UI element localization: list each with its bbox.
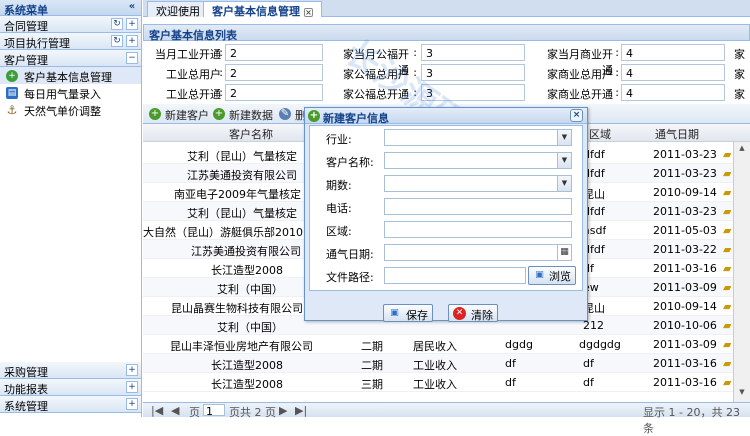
- folder-icon[interactable]: ▰: [723, 281, 731, 294]
- nav-item-customer-info[interactable]: + 客户基本信息管理: [0, 67, 141, 84]
- add-icon: +: [213, 108, 225, 120]
- tab-customer-info[interactable]: 客户基本信息管理 ×: [203, 1, 322, 18]
- table-row[interactable]: 长江造型2008 二期 工业收入 df df 2011-03-16 ▰: [143, 354, 733, 373]
- close-icon[interactable]: ×: [570, 109, 583, 122]
- stats-row: 当月工业开通 : 2 家当月公福开通 : 3 家当月商业开通 : 4 家: [155, 44, 745, 77]
- menu-section-contract[interactable]: 合同管理 ↻ +: [0, 16, 141, 33]
- industry-select[interactable]: ▼: [384, 129, 572, 146]
- chevron-down-icon[interactable]: ▼: [557, 130, 571, 145]
- plus-icon[interactable]: +: [126, 35, 138, 47]
- period-select[interactable]: ▼: [384, 175, 572, 192]
- browse-button[interactable]: ▣ 浏览: [528, 266, 576, 285]
- sidebar: 系统菜单 « 合同管理 ↻ + 项目执行管理 ↻ + 客户管理 − + 客户基本…: [0, 0, 142, 417]
- col-region[interactable]: 区域: [589, 126, 611, 142]
- menu-section-project[interactable]: 项目执行管理 ↻ +: [0, 33, 141, 50]
- edit-icon: ✎: [279, 108, 291, 120]
- folder-icon[interactable]: ▰: [723, 357, 731, 370]
- table-row[interactable]: 昆山丰泽恒业房地产有限公司 二期 居民收入 dgdg dgdgdg 2011-03-09 ▰: [143, 335, 733, 354]
- anchor-icon: ⚓: [6, 103, 18, 117]
- new-data-button[interactable]: + 新建数据: [213, 107, 273, 122]
- save-button[interactable]: ▣ 保存: [383, 304, 433, 322]
- prev-page-icon[interactable]: ◀: [171, 404, 179, 417]
- add-icon: +: [308, 110, 320, 122]
- folder-icon[interactable]: ▰: [723, 300, 731, 313]
- folder-icon[interactable]: ▰: [723, 319, 731, 332]
- menu-section-reports[interactable]: 功能报表 +: [0, 379, 141, 396]
- folder-icon[interactable]: ▰: [723, 167, 731, 180]
- plus-icon[interactable]: +: [126, 18, 138, 30]
- close-icon[interactable]: ×: [304, 8, 313, 17]
- plus-icon[interactable]: +: [126, 364, 138, 376]
- browse-icon: ▣: [535, 270, 544, 280]
- next-page-icon[interactable]: ▶: [279, 404, 287, 417]
- scroll-up-icon[interactable]: ▲: [736, 144, 748, 154]
- chevron-down-icon[interactable]: ▼: [557, 176, 571, 191]
- add-icon: +: [149, 108, 161, 120]
- menu-section-purchase[interactable]: 采购管理 +: [0, 362, 141, 379]
- cancel-icon: ✕: [453, 307, 466, 320]
- panel-title: 客户基本信息列表: [143, 24, 750, 42]
- clear-button[interactable]: ✕ 清除: [448, 304, 498, 322]
- new-customer-button[interactable]: + 新建客户: [149, 107, 209, 122]
- folder-icon[interactable]: ▰: [723, 262, 731, 275]
- page-input[interactable]: 1: [203, 404, 225, 418]
- scroll-down-icon[interactable]: ▼: [736, 388, 748, 398]
- vertical-scrollbar[interactable]: ▲ ▼: [733, 142, 750, 402]
- plus-icon[interactable]: +: [126, 381, 138, 393]
- chevron-down-icon[interactable]: ▼: [557, 153, 571, 168]
- region-input[interactable]: [384, 221, 572, 238]
- folder-icon[interactable]: ▰: [723, 148, 731, 161]
- refresh-icon[interactable]: ↻: [111, 18, 123, 30]
- folder-icon[interactable]: ▰: [723, 224, 731, 237]
- folder-icon[interactable]: ▰: [723, 205, 731, 218]
- nav-item-daily-gas[interactable]: ▤ 每日用气量录入: [0, 84, 141, 101]
- dialog-header: + 新建客户信息 ×: [305, 108, 587, 125]
- nav-item-gas-price[interactable]: ⚓ 天然气单价调整: [0, 101, 141, 118]
- table-row[interactable]: 长江造型2008 三期 工业收入 df df 2011-03-16 ▰: [143, 373, 733, 392]
- folder-icon[interactable]: ▰: [723, 376, 731, 389]
- customer-name-select[interactable]: ▼: [384, 152, 572, 169]
- save-icon: ▣: [390, 308, 399, 318]
- collapse-icon[interactable]: «: [126, 1, 138, 13]
- refresh-icon[interactable]: ↻: [111, 35, 123, 47]
- stats-row: 工业总用户 : 2 家公福总用户 : 3 家商业总用户 : 4 家: [166, 64, 745, 81]
- last-page-icon[interactable]: ▶|: [295, 404, 307, 417]
- menu-section-customer[interactable]: 客户管理 −: [0, 50, 141, 67]
- add-circle-icon: +: [6, 70, 18, 82]
- tab-welcome[interactable]: 欢迎使用: [147, 1, 209, 18]
- tab-bar: 欢迎使用 客户基本信息管理 ×: [143, 0, 750, 18]
- col-customer-name[interactable]: 客户名称: [229, 126, 273, 142]
- phone-input[interactable]: [384, 198, 572, 215]
- delete-button[interactable]: ✎ 删: [279, 107, 306, 122]
- folder-icon[interactable]: ▰: [723, 338, 731, 351]
- first-page-icon[interactable]: |◀: [151, 404, 163, 417]
- sidebar-title: 系统菜单 «: [0, 0, 141, 17]
- gas-date-input[interactable]: ▦: [384, 244, 572, 261]
- folder-icon[interactable]: ▰: [723, 243, 731, 256]
- pager: |◀ ◀ 页 1 页共 2 页 ▶ ▶| 显示 1 - 20，共 23 条: [143, 402, 750, 435]
- dialog-form: 行业: ▼ 客户名称: ▼ 期数: ▼ 电话: 区域: 通气日期: ▦ 文件路径…: [309, 125, 583, 291]
- new-customer-dialog: + 新建客户信息 × 行业: ▼ 客户名称: ▼ 期数: ▼ 电话: 区域: 通…: [304, 107, 588, 322]
- col-gas-date[interactable]: 通气日期: [655, 126, 699, 142]
- file-path-input[interactable]: [384, 267, 526, 284]
- minus-icon[interactable]: −: [126, 52, 138, 64]
- plus-icon[interactable]: +: [126, 398, 138, 410]
- calendar-icon[interactable]: ▦: [557, 245, 571, 260]
- menu-section-system[interactable]: 系统管理 +: [0, 396, 141, 413]
- folder-icon[interactable]: ▰: [723, 186, 731, 199]
- page-icon: ▤: [6, 87, 18, 99]
